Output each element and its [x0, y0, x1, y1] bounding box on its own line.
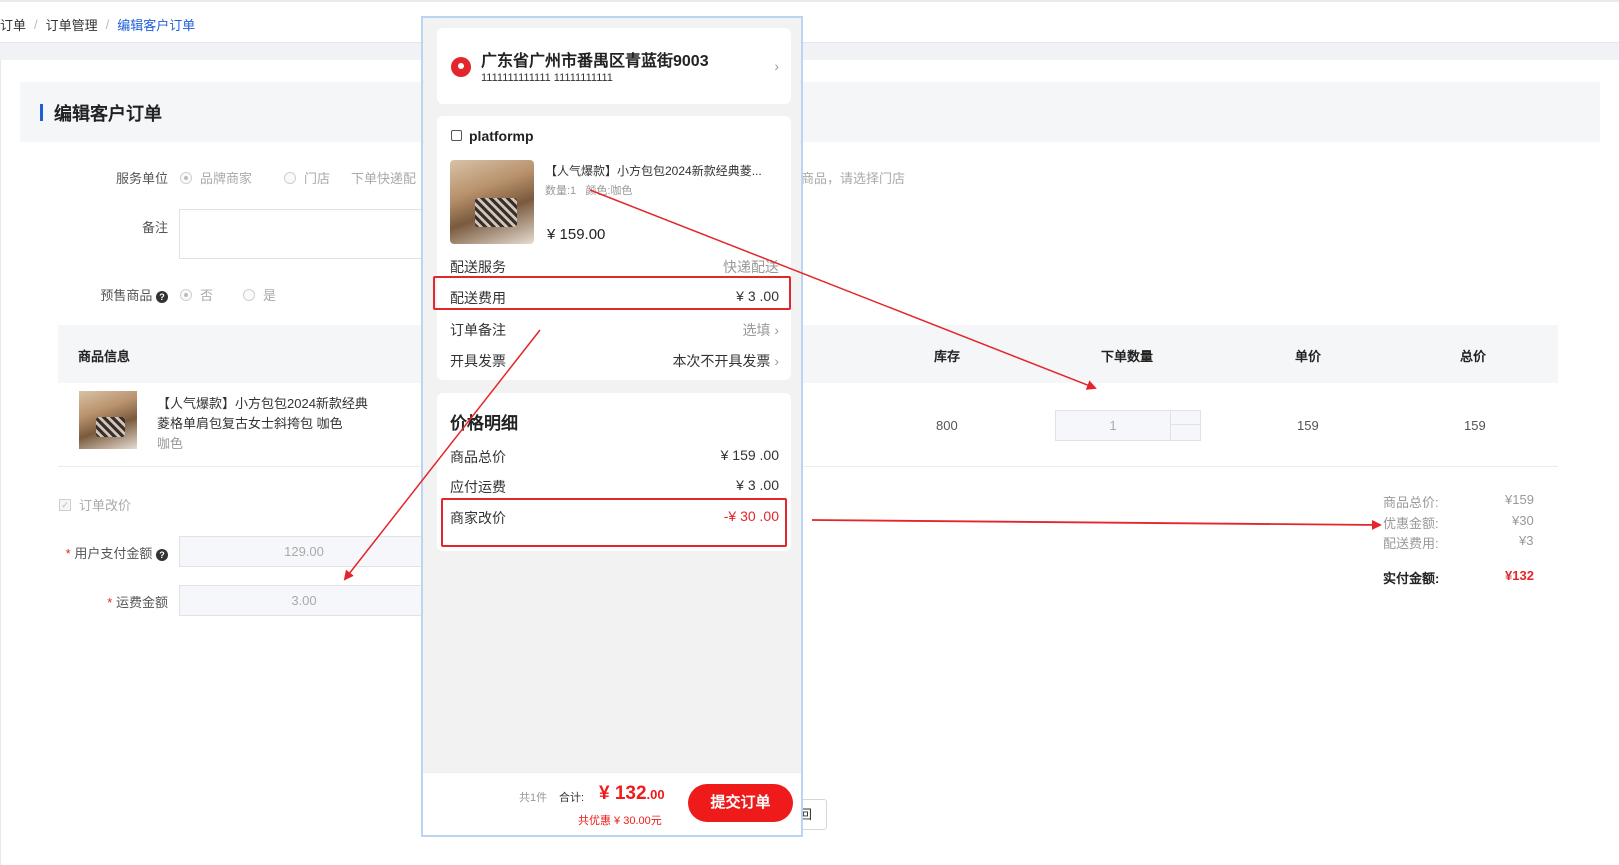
arrow-to-quantity: [589, 189, 1097, 390]
annotation-arrows: [343, 189, 1382, 581]
arrow-to-discount-summary: [811, 519, 1382, 530]
arrow-to-shipping-field: [343, 329, 541, 581]
